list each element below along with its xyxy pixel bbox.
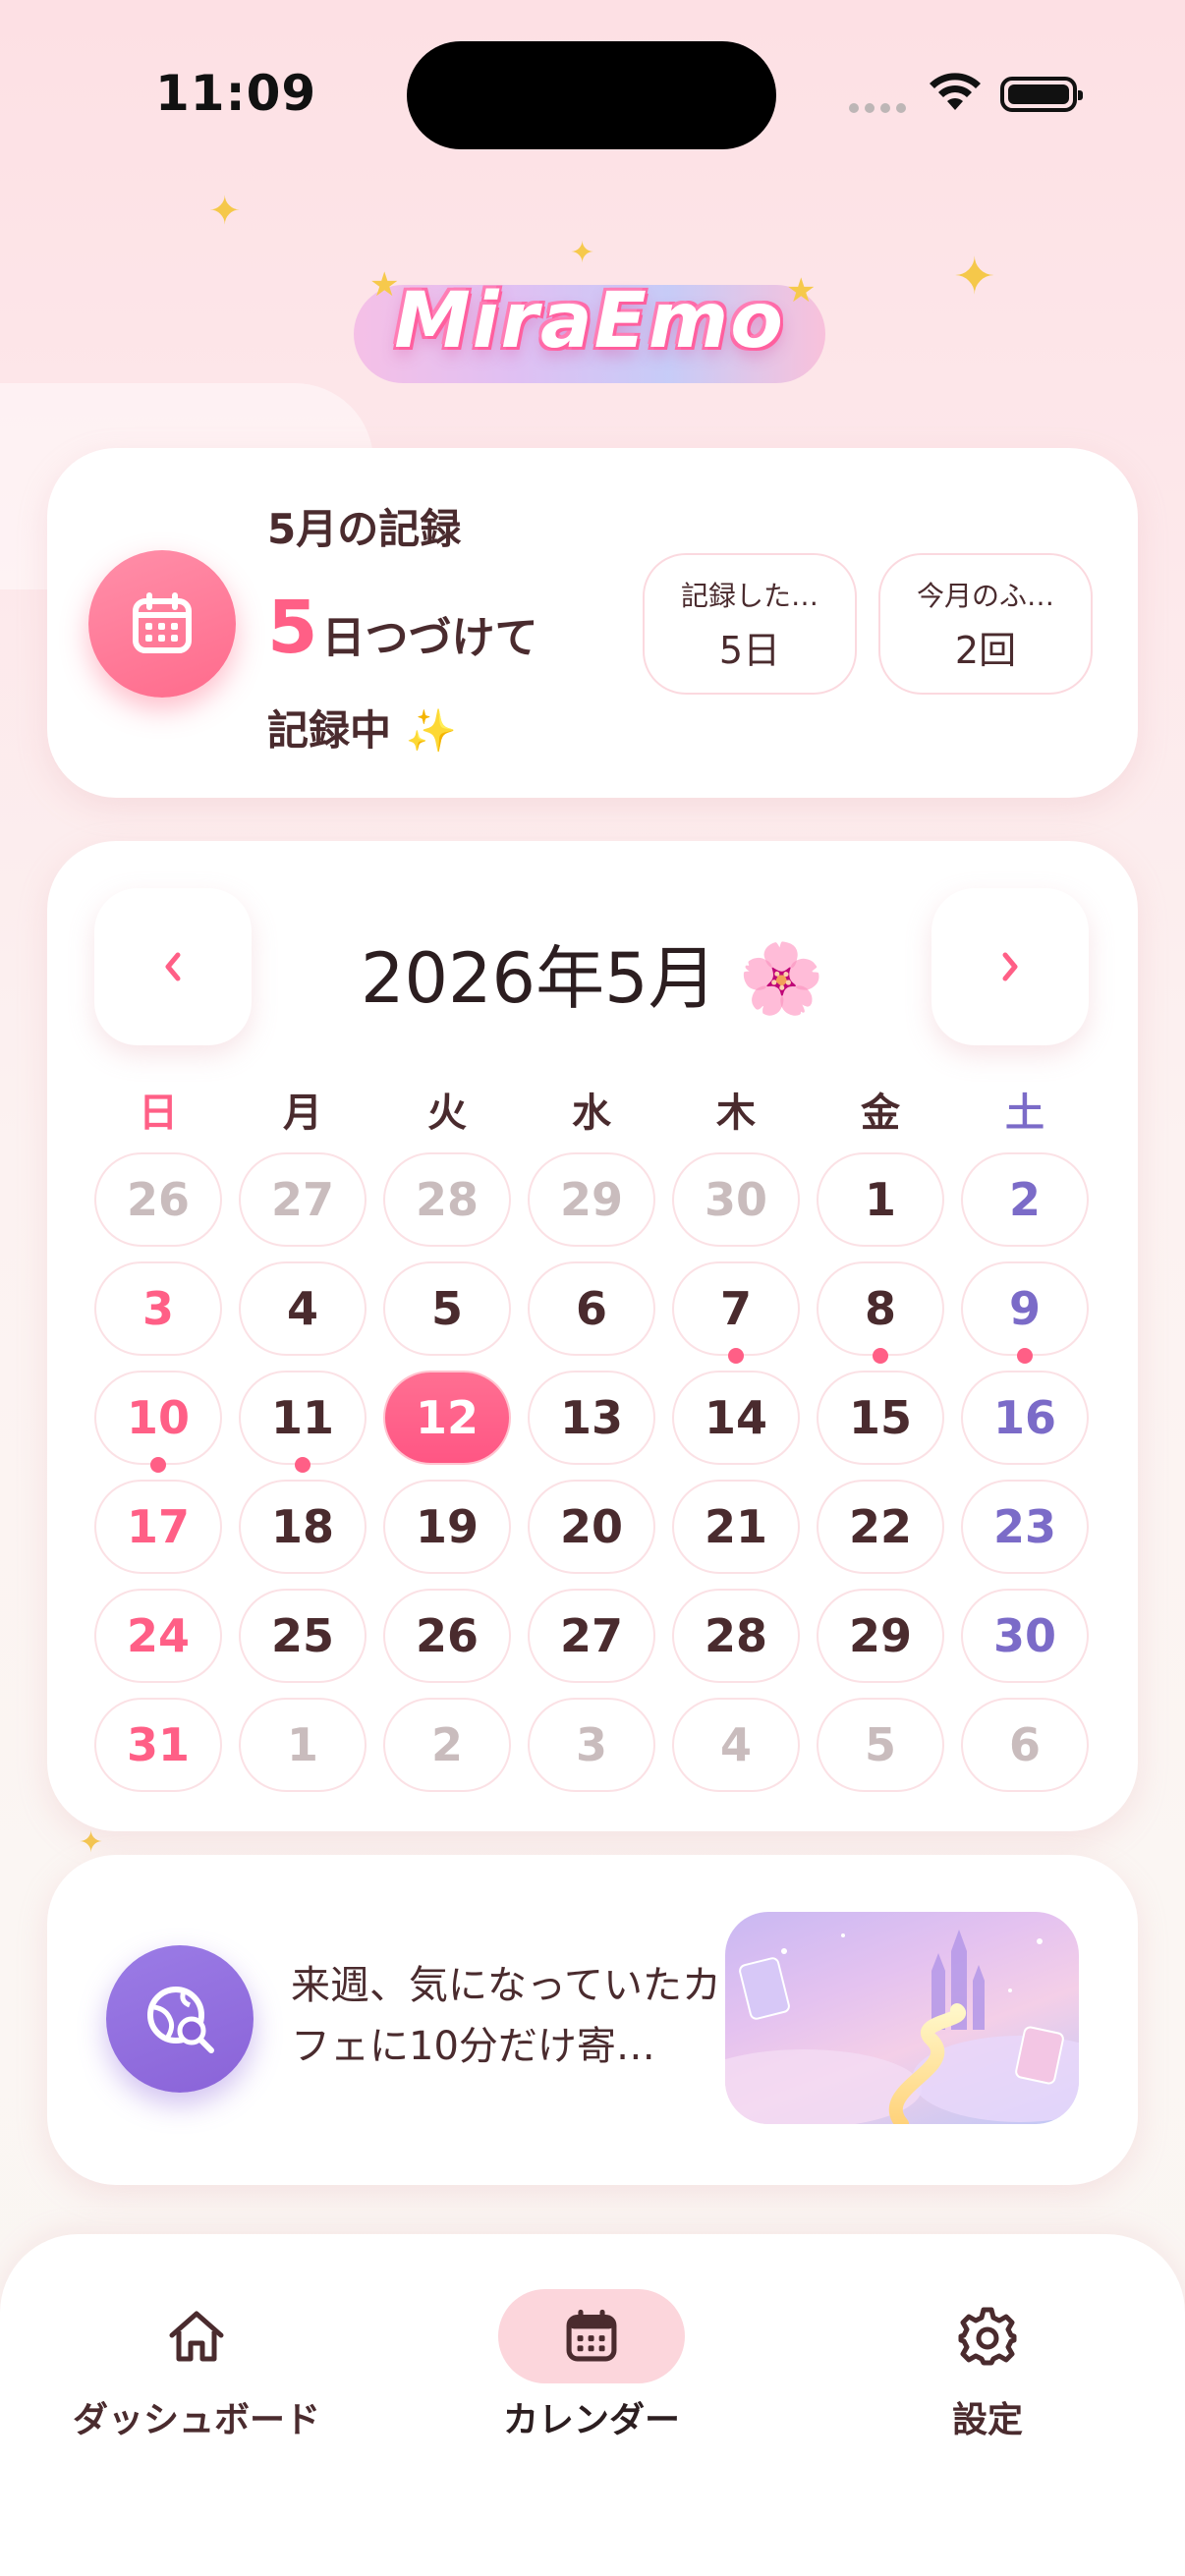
- weekday-header: 金: [861, 1091, 900, 1136]
- month-title: 2026年5月 🌸: [324, 924, 861, 1023]
- chevron-left-icon: [165, 952, 181, 981]
- calendar-day[interactable]: 2: [961, 1152, 1089, 1247]
- calendar-day[interactable]: 22: [817, 1480, 944, 1574]
- calendar-day[interactable]: 18: [239, 1480, 367, 1574]
- calendar-day[interactable]: 9: [961, 1261, 1089, 1356]
- globe-search-icon: [147, 1987, 214, 2053]
- streak-subtext: 記録中 ✨: [267, 706, 457, 755]
- calendar-day[interactable]: 15: [817, 1371, 944, 1465]
- tab-label: ダッシュボード: [72, 2400, 320, 2440]
- home-icon: [169, 2311, 224, 2362]
- tab-settings[interactable]: 設定: [840, 2289, 1135, 2442]
- sparkle-icon: ✦: [953, 248, 996, 307]
- calendar-day-today[interactable]: 12: [383, 1371, 511, 1465]
- calendar-day[interactable]: 17: [94, 1480, 222, 1574]
- calendar-icon: [566, 2309, 617, 2362]
- calendar-day[interactable]: 2: [383, 1698, 511, 1792]
- record-dot-indicator: [873, 1348, 888, 1364]
- prev-month-button[interactable]: [94, 888, 252, 1045]
- sparkle-icon: ✦: [79, 1825, 104, 1860]
- calendar-day[interactable]: 8: [817, 1261, 944, 1356]
- record-calendar-button[interactable]: [88, 550, 236, 698]
- active-tab-indicator: [498, 2289, 685, 2383]
- calendar-icon: [133, 592, 192, 653]
- weekday-header: 火: [427, 1091, 467, 1136]
- month-title-text: 2026年5月: [360, 938, 717, 1019]
- stat-recorded-days[interactable]: 記録した… 5日: [643, 553, 857, 695]
- streak-text: 5 日つづけて: [267, 586, 538, 670]
- weekday-header: 日: [139, 1091, 178, 1136]
- record-title: 5月の記録: [267, 505, 462, 553]
- weekday-header: 月: [283, 1091, 322, 1136]
- dynamic-island: [407, 41, 776, 149]
- calendar-day[interactable]: 1: [817, 1152, 944, 1247]
- calendar-day[interactable]: 19: [383, 1480, 511, 1574]
- stat-label: 記録した…: [680, 579, 818, 612]
- calendar-day[interactable]: 3: [94, 1261, 222, 1356]
- chevron-right-icon: [1002, 952, 1018, 981]
- calendar-day[interactable]: 10: [94, 1371, 222, 1465]
- calendar-day[interactable]: 7: [672, 1261, 800, 1356]
- calendar-day[interactable]: 24: [94, 1589, 222, 1683]
- stat-value: 5日: [718, 628, 781, 672]
- calendar-day[interactable]: 4: [239, 1261, 367, 1356]
- future-plan-text: 来週、気になっていたカフェに10分だけ寄…: [291, 1963, 721, 2069]
- calendar-day[interactable]: 20: [528, 1480, 655, 1574]
- stat-label: 今月のふ…: [916, 579, 1054, 612]
- calendar-day[interactable]: 5: [383, 1261, 511, 1356]
- wifi-icon: [930, 73, 981, 110]
- status-time: 11:09: [155, 65, 317, 122]
- tab-label: 設定: [951, 2400, 1023, 2440]
- sparkle-icon: ✦: [208, 189, 242, 234]
- stat-value: 2回: [954, 628, 1017, 672]
- cellular-signal-icon: [849, 103, 906, 113]
- calendar-day[interactable]: 27: [528, 1589, 655, 1683]
- calendar-day[interactable]: 6: [528, 1261, 655, 1356]
- stat-monthly-reflections[interactable]: 今月のふ… 2回: [878, 553, 1093, 695]
- weekday-header: 土: [1005, 1091, 1044, 1136]
- calendar-day[interactable]: 28: [672, 1589, 800, 1683]
- gear-icon: [958, 2307, 1017, 2366]
- tab-label: カレンダー: [502, 2400, 680, 2440]
- dream-castle-image: [725, 1912, 1079, 2124]
- calendar-day[interactable]: 26: [383, 1589, 511, 1683]
- calendar-day[interactable]: 25: [239, 1589, 367, 1683]
- tab-dashboard[interactable]: ダッシュボード: [49, 2289, 344, 2442]
- weekday-header: 木: [716, 1091, 756, 1136]
- calendar-day[interactable]: 5: [817, 1698, 944, 1792]
- calendar-day[interactable]: 30: [961, 1589, 1089, 1683]
- calendar-day[interactable]: 30: [672, 1152, 800, 1247]
- calendar-day[interactable]: 11: [239, 1371, 367, 1465]
- calendar-day[interactable]: 13: [528, 1371, 655, 1465]
- record-dot-indicator: [1017, 1348, 1033, 1364]
- calendar-day[interactable]: 31: [94, 1698, 222, 1792]
- record-dot-indicator: [728, 1348, 744, 1364]
- calendar-day[interactable]: 26: [94, 1152, 222, 1247]
- calendar-day[interactable]: 14: [672, 1371, 800, 1465]
- calendar-day[interactable]: 23: [961, 1480, 1089, 1574]
- cherry-blossom-icon: 🌸: [738, 938, 825, 1019]
- battery-icon: [1000, 77, 1083, 112]
- calendar-day[interactable]: 21: [672, 1480, 800, 1574]
- streak-suffix: 日つづけて: [321, 613, 538, 663]
- calendar-day[interactable]: 29: [817, 1589, 944, 1683]
- record-dot-indicator: [295, 1457, 310, 1473]
- explore-button[interactable]: [106, 1945, 254, 2093]
- weekday-header: 水: [572, 1091, 611, 1136]
- calendar-day[interactable]: 6: [961, 1698, 1089, 1792]
- calendar-day[interactable]: 28: [383, 1152, 511, 1247]
- calendar-day[interactable]: 4: [672, 1698, 800, 1792]
- calendar-day[interactable]: 1: [239, 1698, 367, 1792]
- calendar-day[interactable]: 27: [239, 1152, 367, 1247]
- streak-number: 5: [267, 586, 318, 670]
- record-dot-indicator: [150, 1457, 166, 1473]
- calendar-day[interactable]: 29: [528, 1152, 655, 1247]
- calendar-day[interactable]: 16: [961, 1371, 1089, 1465]
- calendar-day[interactable]: 3: [528, 1698, 655, 1792]
- next-month-button[interactable]: [931, 888, 1089, 1045]
- app-logo: ★ ✦ ★ MiraEmo: [324, 236, 855, 403]
- tab-calendar[interactable]: カレンダー: [444, 2289, 739, 2442]
